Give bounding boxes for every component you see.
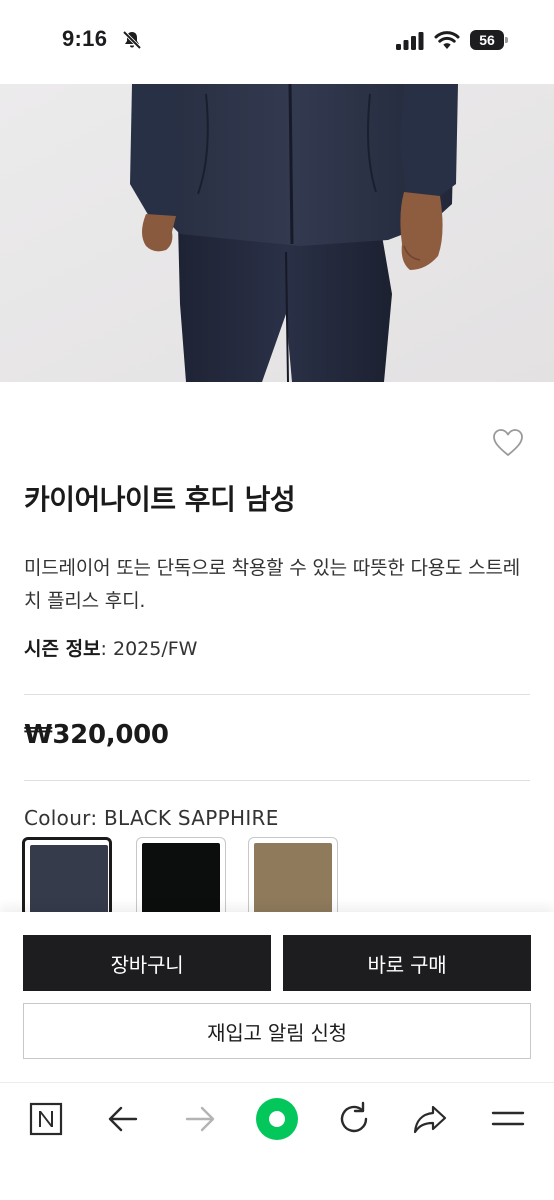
colour-value: : BLACK SAPPHIRE (90, 806, 279, 830)
colour-swatch-tan[interactable] (248, 837, 338, 917)
swatch-color (142, 843, 220, 917)
green-dot-icon[interactable] (253, 1095, 301, 1143)
wifi-icon (434, 31, 460, 49)
browser-toolbar (0, 1082, 554, 1200)
season-info: 시즌 정보: 2025/FW (24, 634, 197, 661)
battery-level: 56 (479, 32, 495, 48)
menu-icon[interactable] (488, 1099, 528, 1139)
heart-icon[interactable] (492, 428, 524, 458)
season-value: : 2025/FW (100, 638, 198, 660)
product-price: ₩320,000 (24, 720, 169, 750)
buy-now-button[interactable]: 바로 구매 (283, 935, 531, 991)
season-label: 시즌 정보 (24, 638, 101, 660)
bell-off-icon (122, 30, 142, 50)
forward-arrow-icon[interactable] (180, 1099, 220, 1139)
product-title: 카이어나이트 후디 남성 (24, 483, 296, 516)
colour-label-text: Colour (24, 806, 91, 830)
restock-alert-button[interactable]: 재입고 알림 신청 (23, 1003, 531, 1059)
divider (24, 780, 530, 781)
battery-icon: 56 (470, 30, 508, 50)
colour-swatch-black-sapphire[interactable] (22, 837, 112, 917)
naver-n-icon[interactable] (26, 1099, 66, 1139)
swatch-color (254, 843, 332, 917)
add-to-cart-button[interactable]: 장바구니 (23, 935, 271, 991)
colour-label: Colour: BLACK SAPPHIRE (24, 806, 279, 830)
product-description: 미드레이어 또는 단독으로 착용할 수 있는 따뜻한 다용도 스트레치 플리스 … (24, 557, 520, 612)
status-time: 9:16 (62, 26, 108, 51)
product-photo[interactable] (0, 84, 554, 382)
share-icon[interactable] (410, 1099, 450, 1139)
purchase-panel: 장바구니 바로 구매 재입고 알림 신청 (0, 912, 554, 1082)
refresh-icon[interactable] (334, 1099, 374, 1139)
status-bar: 9:16 56 (0, 0, 554, 84)
back-arrow-icon[interactable] (103, 1099, 143, 1139)
cellular-signal-icon (396, 32, 424, 50)
colour-swatch-black[interactable] (136, 837, 226, 917)
divider (24, 694, 530, 695)
swatch-color (30, 845, 108, 917)
